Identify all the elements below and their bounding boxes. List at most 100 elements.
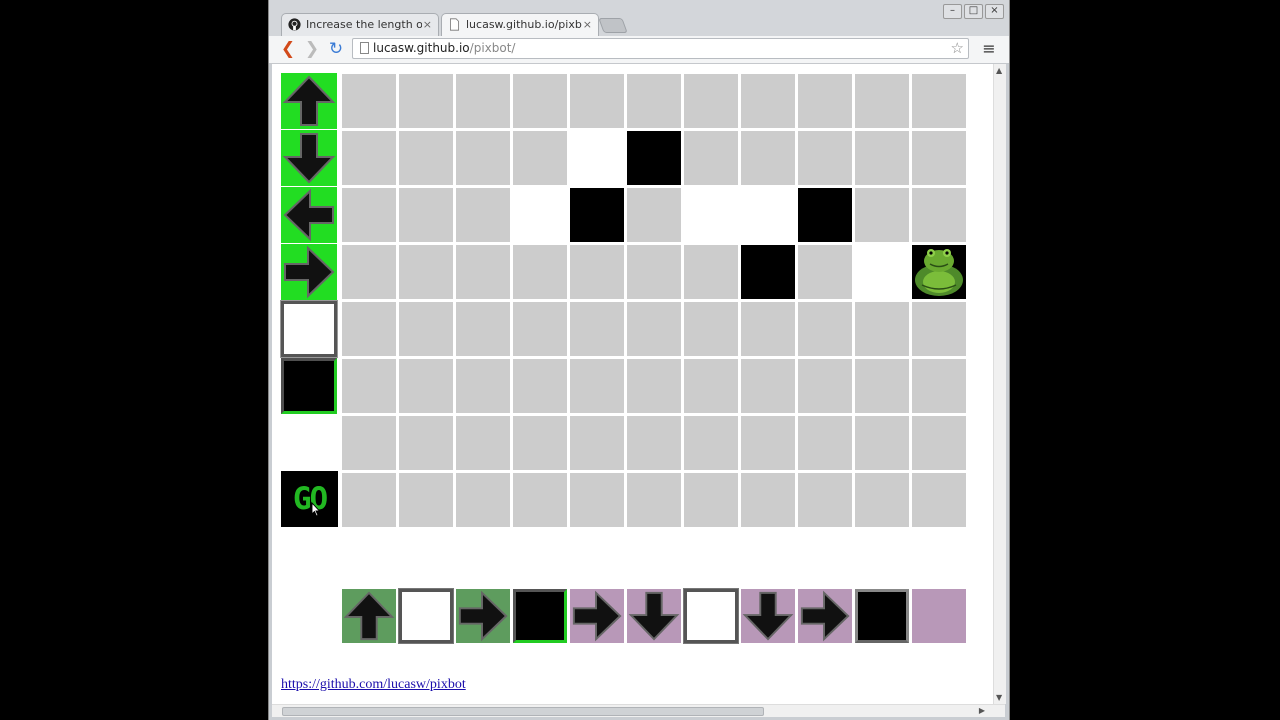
grid-cell-white	[684, 188, 738, 242]
grid-cell	[342, 302, 396, 356]
arrow-right-icon	[458, 590, 508, 642]
scroll-down-icon[interactable]: ▼	[996, 693, 1002, 702]
horizontal-scrollbar[interactable]: ▶	[272, 704, 1005, 717]
grid-cell	[627, 245, 681, 299]
arrow-left-icon	[283, 188, 334, 242]
program-step[interactable]	[570, 589, 624, 643]
grid-cell	[570, 359, 624, 413]
close-window-button[interactable]: ×	[985, 4, 1004, 19]
grid-cell	[399, 245, 453, 299]
back-button[interactable]: ❮	[278, 39, 298, 59]
url-host: lucasw.github.io	[373, 41, 470, 55]
scrollbar-thumb[interactable]	[282, 707, 764, 716]
browser-window: Increase the length of the × lucasw.gith…	[268, 0, 1010, 720]
program-step[interactable]	[627, 589, 681, 643]
program-step-black-square[interactable]	[855, 589, 909, 643]
arrow-up-icon	[343, 591, 395, 641]
down-arrow-command[interactable]	[281, 130, 337, 186]
grid-cell	[570, 245, 624, 299]
grid-cell	[342, 245, 396, 299]
grid-cell-white	[513, 188, 567, 242]
maximize-button[interactable]: □	[964, 4, 983, 19]
new-tab-button[interactable]	[598, 18, 628, 33]
grid-cell	[456, 416, 510, 470]
program-step-black-square[interactable]	[513, 589, 567, 643]
grid-cell	[855, 416, 909, 470]
scroll-up-icon[interactable]: ▲	[996, 66, 1002, 75]
address-bar[interactable]: lucasw.github.io/pixbot/ ☆	[352, 38, 969, 59]
arrow-right-icon	[800, 590, 850, 642]
grid-cell	[798, 473, 852, 527]
grid-cell	[570, 473, 624, 527]
url-text: lucasw.github.io/pixbot/	[373, 39, 515, 58]
program-step[interactable]	[342, 589, 396, 643]
program-step-empty[interactable]	[912, 589, 966, 643]
tab-close-button[interactable]: ×	[583, 14, 592, 36]
minimize-button[interactable]: –	[943, 4, 962, 19]
grid-cell	[798, 131, 852, 185]
grid-cell	[399, 359, 453, 413]
grid-cell	[855, 188, 909, 242]
grid-cell	[741, 74, 795, 128]
grid-cell	[399, 473, 453, 527]
program-step[interactable]	[456, 589, 510, 643]
program-step-white-square[interactable]	[398, 588, 454, 644]
grid-cell	[342, 416, 396, 470]
github-icon	[288, 18, 301, 31]
grid-cell	[798, 416, 852, 470]
grid-cell	[399, 302, 453, 356]
grid-cell	[456, 74, 510, 128]
white-paint-command[interactable]	[280, 300, 338, 358]
grid-cell	[342, 74, 396, 128]
grid-cell	[912, 359, 966, 413]
grid-cell	[798, 74, 852, 128]
page-icon	[450, 18, 459, 31]
github-repo-link[interactable]: https://github.com/lucasw/pixbot	[281, 677, 466, 693]
reload-button[interactable]: ↻	[326, 39, 346, 59]
forward-button[interactable]: ❯	[302, 39, 322, 59]
grid-cell-black	[570, 188, 624, 242]
scroll-right-icon[interactable]: ▶	[979, 706, 985, 715]
grid-cell	[570, 302, 624, 356]
grid-cell	[513, 74, 567, 128]
grid-cell	[627, 473, 681, 527]
program-step-white-square[interactable]	[683, 588, 739, 644]
grid-cell	[342, 131, 396, 185]
tab-github-issue[interactable]: Increase the length of the ×	[281, 13, 439, 36]
bookmark-star-icon[interactable]: ☆	[951, 39, 964, 58]
grid-cell	[342, 359, 396, 413]
browser-toolbar: ❮ ❯ ↻ lucasw.github.io/pixbot/ ☆ ≡	[269, 36, 1009, 64]
arrow-down-icon	[282, 133, 336, 184]
grid-cell	[513, 131, 567, 185]
tab-close-button[interactable]: ×	[423, 14, 432, 36]
grid-cell	[912, 473, 966, 527]
grid-cell	[513, 473, 567, 527]
up-arrow-command[interactable]	[281, 73, 337, 129]
forward-arrow-icon: ❯	[304, 39, 320, 59]
grid-cell	[456, 131, 510, 185]
black-paint-command[interactable]	[281, 358, 337, 414]
url-path: /pixbot/	[469, 41, 516, 55]
grid-cell	[513, 416, 567, 470]
grid-cell	[855, 131, 909, 185]
program-step[interactable]	[741, 589, 795, 643]
left-arrow-command[interactable]	[281, 187, 337, 243]
grid-cell-black	[741, 245, 795, 299]
grid-cell	[912, 188, 966, 242]
grid-cell	[399, 131, 453, 185]
grid-cell	[456, 359, 510, 413]
tab-pixbot[interactable]: lucasw.github.io/pixbot/ ×	[441, 13, 599, 36]
right-arrow-command[interactable]	[281, 244, 337, 300]
grid-cell	[399, 74, 453, 128]
tab-title: lucasw.github.io/pixbot/	[466, 18, 582, 31]
grid-cell	[855, 359, 909, 413]
grid-cell-white	[570, 131, 624, 185]
browser-menu-button[interactable]: ≡	[979, 39, 999, 59]
vertical-scrollbar[interactable]: ▲ ▼	[993, 64, 1006, 704]
reload-icon: ↻	[328, 39, 344, 59]
grid-cell	[627, 416, 681, 470]
tab-title: Increase the length of the	[306, 18, 422, 31]
grid-cell	[684, 302, 738, 356]
program-step[interactable]	[798, 589, 852, 643]
go-button[interactable]: GO	[281, 471, 338, 527]
